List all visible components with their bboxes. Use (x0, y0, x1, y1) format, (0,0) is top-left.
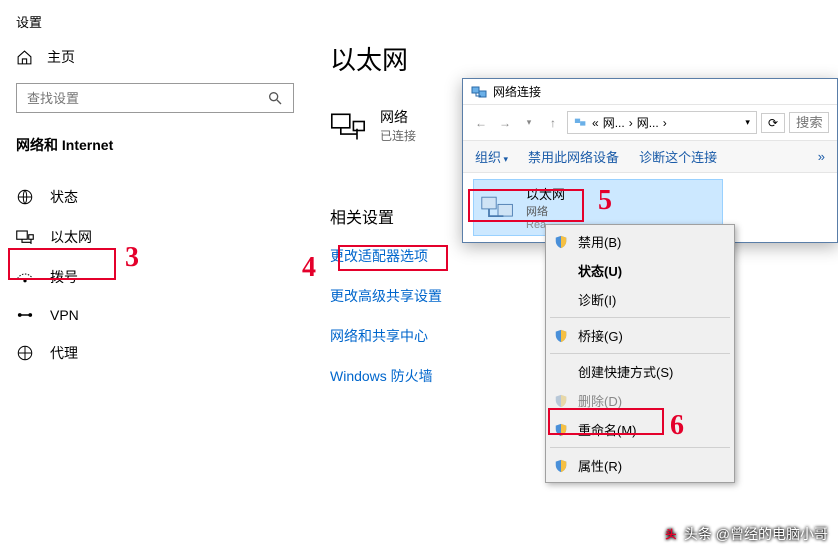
context-menu: 禁用(B) 状态(U) 诊断(I) 桥接(G) 创建快捷方式(S) 删除(D) … (545, 224, 735, 483)
network-status[interactable]: 网络 已连接 (330, 107, 442, 144)
connection-name: 以太网 (526, 184, 565, 203)
menu-separator (550, 353, 730, 354)
link-advanced-sharing[interactable]: 更改高级共享设置 (330, 286, 442, 306)
related-settings-header: 相关设置 (330, 204, 442, 228)
window-title: 网络连接 (493, 83, 541, 100)
menu-separator (550, 447, 730, 448)
home-icon (16, 49, 33, 66)
ethernet-icon (16, 230, 34, 244)
menu-rename[interactable]: 重命名(M) (548, 415, 732, 444)
explorer-search[interactable] (789, 112, 829, 133)
globe-icon (16, 188, 34, 206)
menu-bridge[interactable]: 桥接(G) (548, 321, 732, 350)
search-field[interactable] (27, 91, 267, 106)
sidebar-item-dialup[interactable]: 拨号 (16, 257, 294, 297)
home-label: 主页 (47, 47, 75, 67)
network-name: 网络 (380, 107, 416, 127)
connection-icon (480, 193, 516, 223)
watermark-icon: 头 (662, 525, 680, 543)
cmd-disable-device[interactable]: 禁用此网络设备 (528, 147, 619, 166)
more-commands-icon[interactable]: » (818, 149, 825, 164)
cmd-diagnose[interactable]: 诊断这个连接 (639, 147, 717, 166)
search-icon (267, 90, 283, 106)
watermark: 头 头条 @曾经的电脑小哥 (662, 524, 828, 544)
link-network-center[interactable]: 网络和共享中心 (330, 326, 442, 346)
breadcrumb[interactable]: « 网... › 网... › ▾ (567, 111, 757, 134)
network-connections-window: 网络连接 ← → ▾ ↑ « 网... › 网... › ▾ ⟳ 组织 禁用此网… (462, 78, 838, 243)
link-windows-firewall[interactable]: Windows 防火墙 (330, 366, 442, 386)
home-link[interactable]: 主页 (16, 47, 294, 67)
link-adapter-options[interactable]: 更改适配器选项 (330, 246, 442, 266)
sidebar-item-ethernet[interactable]: 以太网 (16, 217, 294, 257)
search-input[interactable] (16, 83, 294, 113)
bc-dropdown-icon[interactable]: ▾ (745, 117, 750, 128)
ethernet-status-icon (330, 112, 366, 140)
shield-icon (554, 235, 568, 249)
menu-diagnose[interactable]: 诊断(I) (548, 285, 732, 314)
menu-properties[interactable]: 属性(R) (548, 451, 732, 480)
menu-disable[interactable]: 禁用(B) (548, 227, 732, 256)
folder-icon (574, 116, 588, 130)
nav-label: 拨号 (50, 267, 78, 287)
nav-label: 以太网 (50, 227, 92, 247)
up-button[interactable]: ↑ (543, 113, 563, 133)
window-icon (471, 84, 487, 100)
page-title: 以太网 (330, 40, 442, 77)
shield-icon (554, 329, 568, 343)
menu-delete: 删除(D) (548, 386, 732, 415)
settings-title: 设置 (16, 12, 294, 31)
connection-network: 网络 (526, 203, 565, 219)
sidebar-item-proxy[interactable]: 代理 (16, 333, 294, 373)
category-header: 网络和 Internet (16, 135, 294, 155)
bc-segment[interactable]: 网... (603, 114, 625, 131)
shield-icon (554, 394, 568, 408)
back-button[interactable]: ← (471, 113, 491, 133)
menu-separator (550, 317, 730, 318)
menu-status[interactable]: 状态(U) (548, 256, 732, 285)
network-state: 已连接 (380, 127, 416, 144)
bc-segment[interactable]: 网... (637, 114, 659, 131)
recent-dropdown[interactable]: ▾ (519, 113, 539, 133)
sidebar-item-vpn[interactable]: VPN (16, 297, 294, 333)
vpn-icon (16, 309, 34, 321)
shield-icon (554, 459, 568, 473)
nav-label: 状态 (50, 187, 78, 207)
nav-label: 代理 (50, 343, 78, 363)
dialup-icon (16, 270, 34, 284)
cmd-organize[interactable]: 组织 (475, 147, 508, 166)
shield-icon (554, 423, 568, 437)
proxy-icon (16, 344, 34, 362)
refresh-button[interactable]: ⟳ (761, 113, 785, 133)
nav-label: VPN (50, 307, 79, 323)
forward-button[interactable]: → (495, 113, 515, 133)
sidebar-item-status[interactable]: 状态 (16, 177, 294, 217)
menu-create-shortcut[interactable]: 创建快捷方式(S) (548, 357, 732, 386)
